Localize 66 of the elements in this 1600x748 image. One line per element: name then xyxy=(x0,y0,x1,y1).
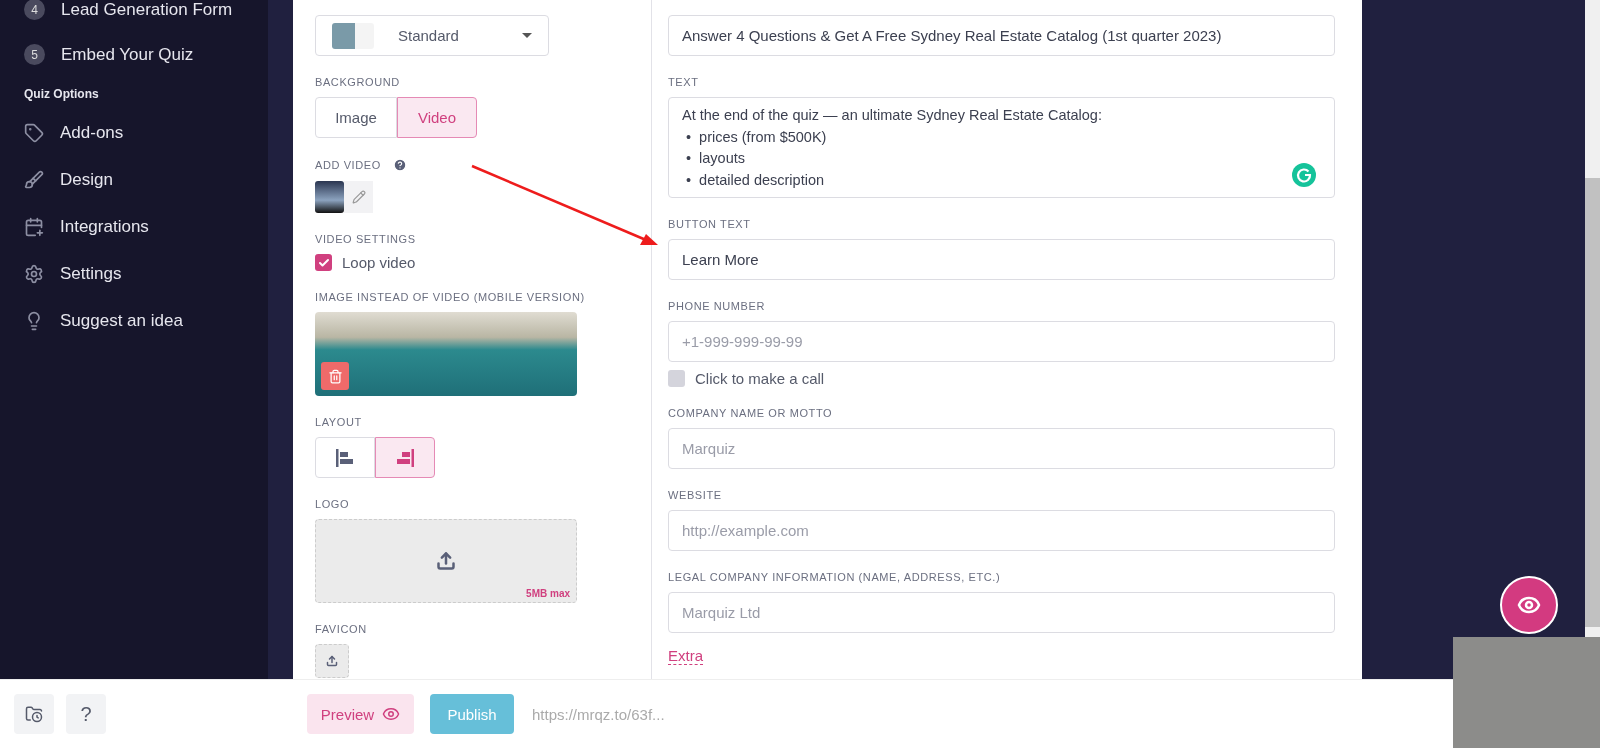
sidebar-item[interactable]: Suggest an idea xyxy=(24,297,268,344)
bullet-text: detailed description xyxy=(699,170,825,190)
bullet-marker: • xyxy=(686,149,692,168)
field-label: PHONE NUMBER xyxy=(668,300,766,312)
step-number: 4 xyxy=(24,0,45,20)
input-field[interactable]: Answer 4 Questions & Get A Free Sydney Real Estate Catalog (1st quarter 2023) xyxy=(668,15,1335,56)
upload-icon xyxy=(436,551,456,571)
checkbox-label: Click to make a call xyxy=(695,370,825,387)
bullet-marker: • xyxy=(686,127,692,147)
history-button[interactable] xyxy=(14,694,54,735)
check-icon xyxy=(317,256,330,269)
background-option[interactable]: Video xyxy=(397,97,477,138)
checkbox-label: Loop video xyxy=(342,254,416,271)
field-label: LEGAL COMPANY INFORMATION (NAME, ADDRESS, ETC.) xyxy=(668,571,1001,583)
field-label: BUTTON TEXT xyxy=(668,218,751,230)
field-label: IMAGE INSTEAD OF VIDEO (MOBILE VERSION) xyxy=(315,291,585,303)
video-thumbnail xyxy=(315,181,344,213)
sidebar-step[interactable]: 5 Embed Your Quiz xyxy=(24,32,268,77)
favicon-upload[interactable] xyxy=(315,644,349,678)
brush-icon xyxy=(24,169,44,190)
bullet-text: layouts xyxy=(699,149,746,168)
extra-link[interactable]: Extra xyxy=(668,647,703,665)
help-button[interactable]: ? xyxy=(66,694,106,735)
sidebar-item[interactable]: Settings xyxy=(24,250,268,297)
pencil-icon xyxy=(351,190,366,204)
background-option[interactable]: Image xyxy=(315,97,397,138)
sidebar-item[interactable]: Add-ons xyxy=(24,109,268,156)
tag-icon xyxy=(24,122,44,143)
sidebar-item[interactable]: Integrations xyxy=(24,203,268,250)
edit-button[interactable] xyxy=(344,181,373,213)
align-left-icon xyxy=(335,447,355,468)
integrations-icon xyxy=(24,216,44,237)
align-right-icon xyxy=(395,447,415,468)
input-field[interactable]: Learn More xyxy=(668,239,1335,280)
bullet-text: prices (from $500K) xyxy=(699,127,827,147)
grammar-icon[interactable] xyxy=(1292,163,1316,187)
field-label: WEBSITE xyxy=(668,489,722,501)
upload-icon xyxy=(326,655,338,667)
design-thumbnail xyxy=(332,22,374,49)
bullet-marker: • xyxy=(686,170,692,190)
field-label: LAYOUT xyxy=(315,416,362,428)
text-area[interactable]: At the end of the quiz — an ultimate Sydney Real Estate Catalog: • prices (from $500K) • layouts • detailed description xyxy=(668,97,1335,198)
field-label: VIDEO SETTINGS xyxy=(315,233,416,245)
sidebar-step[interactable]: 4 Lead Generation Form xyxy=(24,0,268,32)
trash-icon xyxy=(327,368,343,384)
size-limit: 5MB max xyxy=(526,588,570,599)
step-number: 5 xyxy=(24,44,45,65)
folder-clock-icon xyxy=(25,705,43,724)
scrollbar[interactable] xyxy=(1585,0,1600,637)
field-label: LOGO xyxy=(315,498,350,510)
field-label: ADD VIDEO xyxy=(315,159,381,171)
section-title: Quiz Options xyxy=(24,87,100,101)
field-label: FAVICON xyxy=(315,623,367,635)
help-icon[interactable] xyxy=(392,158,407,172)
logo-upload[interactable]: 5MB max xyxy=(315,519,577,603)
gear-icon xyxy=(24,263,44,284)
design-select[interactable]: Standard xyxy=(315,15,549,56)
preview-button[interactable]: Preview xyxy=(307,694,414,735)
layout-option[interactable] xyxy=(375,437,435,478)
sidebar-item[interactable]: Design xyxy=(24,156,268,203)
checkbox[interactable] xyxy=(668,370,685,387)
field-label: COMPANY NAME OR MOTTO xyxy=(668,407,833,419)
delete-button[interactable] xyxy=(321,362,349,390)
field-label: TEXT xyxy=(668,76,699,88)
field-label: BACKGROUND xyxy=(315,76,400,88)
checkbox[interactable] xyxy=(315,254,332,271)
